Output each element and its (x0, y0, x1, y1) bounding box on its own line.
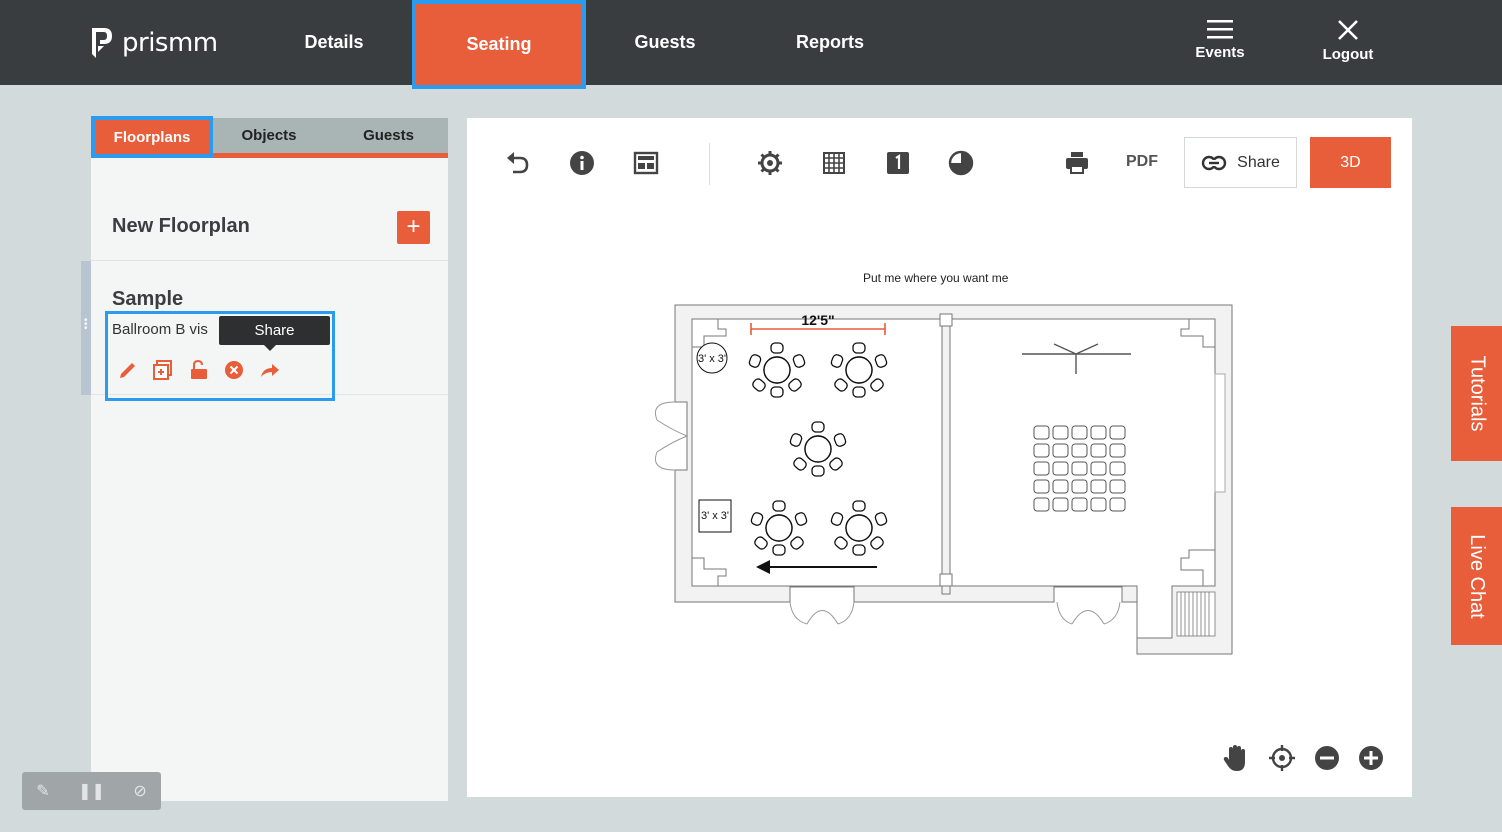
recorder-widget: ✎ ❚❚ ⊘ (22, 772, 161, 810)
zoom-out-icon[interactable] (1312, 743, 1342, 773)
undo-icon[interactable] (503, 148, 533, 178)
pdf-button[interactable]: PDF (1126, 153, 1158, 171)
unlock-icon[interactable] (188, 359, 210, 381)
prismm-logo-icon (92, 28, 112, 58)
logout-button[interactable]: Logout (1308, 18, 1388, 63)
tutorials-label: Tutorials (1466, 355, 1489, 432)
floorplan-canvas[interactable]: PDF Share 3D Put me where you want me 12… (467, 118, 1412, 797)
floorplan-name: Sample (112, 288, 184, 310)
tab-objects[interactable]: Objects (213, 118, 325, 153)
edit-note-icon[interactable]: ✎ (36, 781, 49, 801)
new-floorplan-row: New Floorplan + (91, 193, 448, 261)
zoom-in-icon[interactable] (1356, 743, 1386, 773)
3d-button[interactable]: 3D (1310, 137, 1391, 188)
square-table-label: 3' x 3' (701, 510, 729, 522)
new-floorplan-label: New Floorplan (112, 215, 250, 237)
events-label: Events (1195, 44, 1245, 61)
hand-icon[interactable] (1221, 743, 1251, 773)
panel-tabs: Floorplans Objects Guests (91, 116, 448, 158)
nav-tab-guests[interactable]: Guests (600, 0, 730, 85)
nav-tab-reports[interactable]: Reports (765, 0, 895, 85)
contrast-icon[interactable] (946, 148, 976, 178)
share-button[interactable]: Share (1184, 137, 1297, 188)
floorplans-panel: Floorplans Objects Guests New Floorplan … (91, 116, 448, 801)
hide-icon[interactable]: ⊘ (133, 781, 146, 801)
live-chat-tab[interactable]: Live Chat (1451, 507, 1502, 645)
canvas-hint: Put me where you want me (863, 271, 1009, 285)
close-icon (1338, 20, 1358, 40)
tab-floorplans[interactable]: Floorplans (91, 116, 213, 158)
tutorials-tab[interactable]: Tutorials (1451, 326, 1502, 461)
info-icon[interactable] (567, 148, 597, 178)
live-chat-label: Live Chat (1466, 533, 1488, 619)
logo-text: prismm (122, 28, 218, 58)
events-button[interactable]: Events (1180, 18, 1260, 61)
panel-drag-handle[interactable]: • • • (81, 261, 91, 395)
hamburger-icon (1207, 20, 1233, 39)
pause-icon[interactable]: ❚❚ (78, 781, 105, 801)
top-nav-bar: prismm Details Seating Guests Reports Ev… (0, 0, 1502, 89)
tab-guests[interactable]: Guests (331, 118, 446, 153)
crosshair-icon[interactable] (1267, 743, 1297, 773)
delete-icon[interactable] (223, 359, 245, 381)
share-tooltip: Share (219, 316, 330, 351)
settings-icon[interactable] (755, 148, 785, 178)
toolbar-divider (709, 143, 710, 185)
floorplan-drawing[interactable]: 12'5" 3' x 3' 3' x 3' (652, 302, 1252, 674)
nav-tab-seating[interactable]: Seating (412, 0, 586, 89)
share-label: Share (1237, 153, 1280, 171)
logout-label: Logout (1322, 46, 1374, 63)
link-icon (1201, 155, 1227, 170)
logo[interactable]: prismm (90, 26, 218, 60)
layer-icon[interactable] (883, 148, 913, 178)
duplicate-icon[interactable] (152, 359, 174, 381)
edit-icon[interactable] (117, 359, 139, 381)
share-icon[interactable] (259, 359, 281, 381)
round-table-label: 3' x 3' (698, 353, 726, 365)
grid-icon[interactable] (819, 148, 849, 178)
print-icon[interactable] (1062, 148, 1092, 178)
layout-icon[interactable] (631, 148, 661, 178)
nav-tab-details[interactable]: Details (268, 0, 400, 85)
dimension-label: 12'5" (801, 312, 834, 328)
add-floorplan-button[interactable]: + (397, 211, 430, 244)
